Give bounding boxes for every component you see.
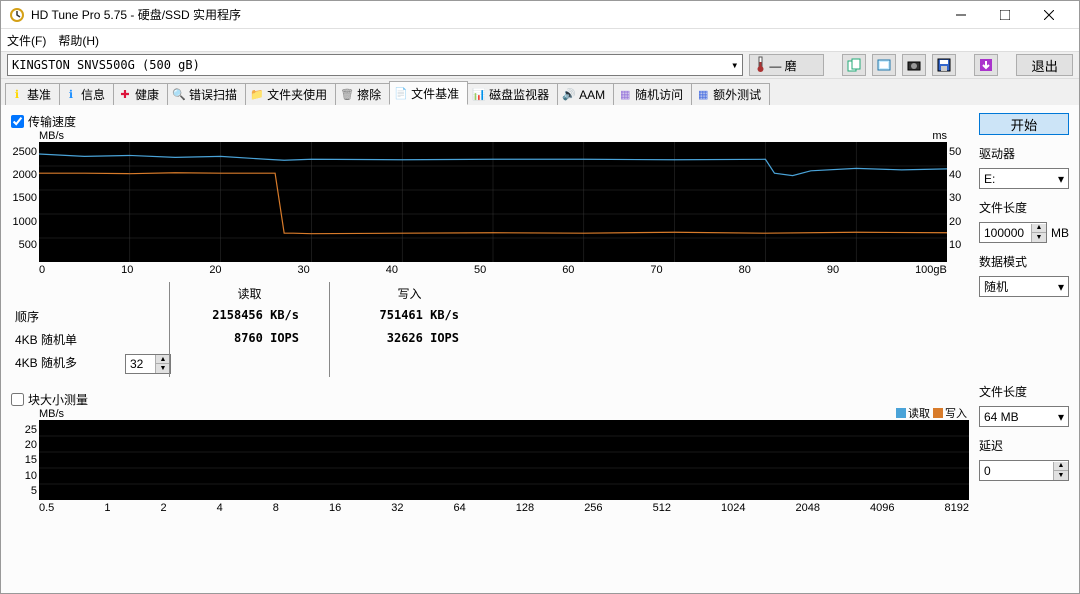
temperature-display: — 磨 xyxy=(749,54,824,76)
chevron-down-icon: ▾ xyxy=(1058,280,1064,294)
tab-icon: ℹ xyxy=(10,88,24,102)
tab-label: 额外测试 xyxy=(713,86,761,103)
tab-label: 随机访问 xyxy=(635,86,683,103)
tab-icon: 📁 xyxy=(250,88,264,102)
y-right-unit: ms xyxy=(932,130,947,142)
datamode-label: 数据模式 xyxy=(979,253,1069,270)
transfer-checkbox[interactable]: 传输速度 xyxy=(11,113,969,130)
tab-信息[interactable]: ℹ信息 xyxy=(59,83,114,105)
chevron-down-icon: ▾ xyxy=(1058,410,1064,424)
drive-letter-select[interactable]: E:▾ xyxy=(979,168,1069,189)
tab-icon: ✚ xyxy=(118,88,132,102)
tab-icon: 🗑 xyxy=(340,88,354,102)
tab-AAM[interactable]: 🔊AAM xyxy=(557,83,614,105)
chevron-down-icon: ▾ xyxy=(1058,172,1064,186)
spin-up-icon: ▲ xyxy=(155,355,170,364)
tab-label: 磁盘监视器 xyxy=(489,86,549,103)
start-button[interactable]: 开始 xyxy=(979,113,1069,135)
spin-down-icon: ▼ xyxy=(1031,233,1046,242)
chevron-down-icon: ▾ xyxy=(731,58,738,72)
copy-button[interactable] xyxy=(842,54,866,76)
blocksize-legend: 读取 写入 xyxy=(896,405,967,421)
y-left-unit: MB/s xyxy=(39,130,64,142)
blocksize-chart xyxy=(39,420,969,500)
tab-icon: ▦ xyxy=(696,88,710,102)
filelen2-label: 文件长度 xyxy=(979,383,1069,400)
minimize-button[interactable] xyxy=(939,1,983,29)
app-icon xyxy=(9,7,25,23)
tab-label: 错误扫描 xyxy=(189,86,237,103)
tab-label: 文件基准 xyxy=(411,85,459,102)
tab-icon: 🔍 xyxy=(172,88,186,102)
blocksize-x-axis: 0.5124816 3264128256512 1024204840968192 xyxy=(11,500,969,514)
blocksize-y-axis: 252015105 xyxy=(11,420,39,500)
filelen2-select[interactable]: 64 MB▾ xyxy=(979,406,1069,427)
close-button[interactable] xyxy=(1027,1,1071,29)
tab-额外测试[interactable]: ▦额外测试 xyxy=(691,83,770,105)
delay-label: 延迟 xyxy=(979,437,1069,454)
filelen-input[interactable]: ▲▼ xyxy=(979,222,1047,243)
save-button[interactable] xyxy=(932,54,956,76)
tab-擦除[interactable]: 🗑擦除 xyxy=(335,83,390,105)
tab-icon: 🔊 xyxy=(562,88,576,102)
results-table: 读取 写入 顺序 2158456 KB/s 751461 KB/s 4KB 随机… xyxy=(11,282,969,377)
tab-文件夹使用[interactable]: 📁文件夹使用 xyxy=(245,83,336,105)
window-title: HD Tune Pro 5.75 - 硬盘/SSD 实用程序 xyxy=(31,6,939,23)
tab-label: 基准 xyxy=(27,86,51,103)
y-axis-left: 2500200015001000500 xyxy=(11,142,39,262)
tab-文件基准[interactable]: 📄文件基准 xyxy=(389,81,468,105)
tab-label: AAM xyxy=(579,88,605,102)
camera-button[interactable] xyxy=(902,54,926,76)
drive-label: 驱动器 xyxy=(979,145,1069,162)
filelen-label: 文件长度 xyxy=(979,199,1069,216)
tab-label: 擦除 xyxy=(357,86,381,103)
thermometer-icon xyxy=(756,56,765,75)
tab-icon: ℹ xyxy=(64,88,78,102)
tab-label: 文件夹使用 xyxy=(267,86,327,103)
datamode-select[interactable]: 随机▾ xyxy=(979,276,1069,297)
tab-icon: ▦ xyxy=(618,88,632,102)
tab-错误扫描[interactable]: 🔍错误扫描 xyxy=(167,83,246,105)
tab-label: 信息 xyxy=(81,86,105,103)
spin-up-icon: ▲ xyxy=(1053,462,1068,471)
tab-基准[interactable]: ℹ基准 xyxy=(5,83,60,105)
menu-file[interactable]: 文件(F) xyxy=(7,32,46,49)
y-axis-right: 5040302010 xyxy=(947,142,969,262)
spin-down-icon: ▼ xyxy=(155,364,170,373)
spin-down-icon: ▼ xyxy=(1053,471,1068,480)
tab-icon: 📊 xyxy=(472,88,486,102)
tab-健康[interactable]: ✚健康 xyxy=(113,83,168,105)
drive-select[interactable]: KINGSTON SNVS500G (500 gB) ▾ xyxy=(7,54,743,76)
exit-button[interactable]: 退出 xyxy=(1016,54,1073,76)
options-button[interactable] xyxy=(974,54,998,76)
tab-磁盘监视器[interactable]: 📊磁盘监视器 xyxy=(467,83,558,105)
maximize-button[interactable] xyxy=(983,1,1027,29)
tab-label: 健康 xyxy=(135,86,159,103)
delay-input[interactable]: ▲▼ xyxy=(979,460,1069,481)
blocksize-checkbox[interactable]: 块大小测量 xyxy=(11,391,969,408)
spin-up-icon: ▲ xyxy=(1031,224,1046,233)
screenshot-button[interactable] xyxy=(872,54,896,76)
x-axis: 01020304050 60708090100gB xyxy=(11,262,969,276)
transfer-chart xyxy=(39,142,947,262)
tab-icon: 📄 xyxy=(394,86,408,100)
menu-help[interactable]: 帮助(H) xyxy=(58,32,99,49)
tab-随机访问[interactable]: ▦随机访问 xyxy=(613,83,692,105)
thread-count-spinner[interactable]: ▲▼ xyxy=(125,354,171,374)
